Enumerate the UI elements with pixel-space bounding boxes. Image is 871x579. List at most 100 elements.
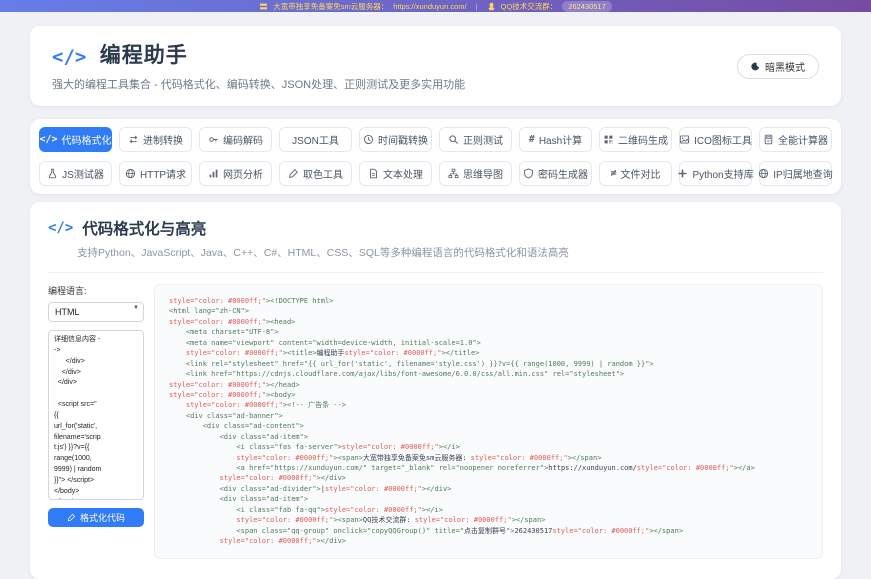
page-subtitle: 强大的编程工具集合 - 代码格式化、编码转换、JSON处理、正则测试及更多实用功… [52, 76, 819, 92]
tool-tabs-card: </>代码格式化 进制转换 编码解码 JSON工具 时间戳转换 正则测试 # Hash计算 二维… [30, 119, 841, 194]
code-line: style="color: #0000ff;"></div> [169, 536, 808, 546]
promo-banner: 大宽带独享免备案免sm云服务器： https://xunduyun.com/ |… [0, 0, 871, 12]
tab-web-analyzer[interactable]: 网页分析 [199, 161, 272, 186]
section-title: 代码格式化与高亮 [82, 217, 206, 239]
tab-label: 时间戳转换 [378, 132, 428, 147]
code-line: <meta charset="UTF-8"> [169, 327, 808, 337]
tab-label: 密码生成器 [538, 166, 588, 181]
tab-calculator[interactable]: 全能计算器 [759, 127, 832, 152]
tab-label: 文件对比 [621, 166, 661, 181]
tab-http-request[interactable]: HTTP请求 [119, 161, 192, 186]
tab-color-picker[interactable]: 取色工具 [279, 161, 352, 186]
tab-mindmap[interactable]: 思维导图 [439, 161, 512, 186]
section-subtitle: 支持Python、JavaScript、Java、C++、C#、HTML、CSS… [77, 245, 823, 260]
code-line: style="color: #0000ff;"></div> [169, 473, 808, 483]
language-select[interactable]: HTML ▼ [48, 302, 144, 322]
tab-password-gen[interactable]: 密码生成器 [519, 161, 592, 186]
tab-encode-decode[interactable]: 编码解码 [199, 127, 272, 152]
image-icon [679, 134, 690, 145]
code-line: <span class="qq-group" onclick="copyQQGr… [169, 526, 808, 536]
globe-icon [758, 168, 769, 179]
tab-label: 取色工具 [303, 166, 343, 181]
code-line: <link rel="stylesheet" href="{{ url_for(… [169, 359, 808, 369]
hash-icon: # [529, 135, 535, 145]
tab-qrcode-gen[interactable]: 二维码生成 [599, 127, 672, 152]
banner-qq-label: QQ技术交流群： [501, 1, 558, 12]
sitemap-icon [448, 168, 459, 179]
tab-regex-test[interactable]: 正则测试 [439, 127, 512, 152]
code-output: style="color: #0000ff;"><!DOCTYPE html><… [154, 284, 823, 559]
language-label: 编程语言: [48, 284, 144, 297]
banner-server-link[interactable]: https://xunduyun.com/ [393, 2, 466, 11]
tab-python-lib[interactable]: Python支持库 [679, 161, 752, 186]
calculator-icon [763, 134, 774, 145]
page-title: 编程助手 [100, 44, 188, 67]
tab-base-convert[interactable]: 进制转换 [119, 127, 192, 152]
tab-label: 文本处理 [383, 166, 423, 181]
tab-label: JSON工具 [292, 132, 339, 147]
analytics-icon [208, 168, 219, 179]
section-title-row: </> 代码格式化与高亮 [48, 217, 823, 239]
tab-file-diff[interactable]: ≠文件对比 [599, 161, 672, 186]
tab-label: 编码解码 [223, 132, 263, 147]
search-icon [448, 134, 459, 145]
page: </> 编程助手 强大的编程工具集合 - 代码格式化、编码转换、JSON处理、正… [0, 12, 871, 579]
format-code-button[interactable]: 格式化代码 [48, 508, 144, 527]
pen-icon [67, 513, 76, 522]
code-line: style="color: #0000ff;"></head> [169, 380, 808, 390]
tab-label: 二维码生成 [618, 132, 668, 147]
tool-sidebar: 编程语言: HTML ▼ 格式化代码 [48, 284, 144, 527]
tab-label: 全能计算器 [778, 132, 828, 147]
tab-label: Hash计算 [539, 132, 582, 147]
code-line: <html lang="zh-CN"> [169, 306, 808, 316]
tab-code-format[interactable]: </>代码格式化 [39, 127, 112, 152]
banner-server-text: 大宽带独享免备案免sm云服务器： [273, 1, 388, 12]
format-code-label: 格式化代码 [80, 511, 125, 524]
tab-json-tools[interactable]: JSON工具 [279, 127, 352, 152]
code-format-card: </> 代码格式化与高亮 支持Python、JavaScript、Java、C+… [30, 202, 841, 579]
plus-icon [677, 168, 688, 179]
exchange-icon [128, 134, 139, 145]
tab-label: 代码格式化 [62, 132, 112, 147]
tool-body: 编程语言: HTML ▼ 格式化代码 style="color: #0000ff… [48, 284, 823, 559]
dark-mode-button[interactable]: 暗黑模式 [737, 54, 819, 79]
qq-group-number-badge[interactable]: 262430517 [562, 1, 612, 12]
clock-icon [363, 134, 374, 145]
tab-row: </>代码格式化 进制转换 编码解码 JSON工具 时间戳转换 正则测试 # Hash计算 二维… [39, 127, 832, 152]
code-line: style="color: #0000ff;"><head> [169, 317, 808, 327]
pen-icon [288, 168, 299, 179]
code-line: <meta name="viewport" content="width=dev… [169, 338, 808, 348]
code-line: <i class="fas fa-server">style="color: #… [169, 442, 808, 452]
tab-timestamp-convert[interactable]: 时间戳转换 [359, 127, 432, 152]
divider [48, 272, 823, 273]
tab-js-tester[interactable]: JS测试器 [39, 161, 112, 186]
dark-mode-label: 暗黑模式 [765, 59, 805, 74]
tab-label: 进制转换 [143, 132, 183, 147]
tab-label: 正则测试 [463, 132, 503, 147]
tab-hash-calc[interactable]: # Hash计算 [519, 127, 592, 152]
globe-icon [125, 168, 136, 179]
server-icon [259, 2, 268, 11]
code-icon: </> [48, 220, 73, 236]
code-line: style="color: #0000ff;"><body> [169, 390, 808, 400]
code-line: style="color: #0000ff;"><!-- 广告条 --> [169, 400, 808, 410]
tab-ico-tools[interactable]: ICO图标工具 [679, 127, 752, 152]
tab-ip-lookup[interactable]: IP归属地查询 [759, 161, 832, 186]
code-line: <div class="ad-content"> [169, 421, 808, 431]
code-line: <link href="https://cdnjs.cloudflare.com… [169, 369, 808, 379]
tab-text-process[interactable]: 文本处理 [359, 161, 432, 186]
code-line: style="color: #0000ff;"><!DOCTYPE html> [169, 296, 808, 306]
shield-icon [523, 168, 534, 179]
code-input[interactable] [48, 330, 144, 500]
code-line: style="color: #0000ff;"><title>编程助手style… [169, 348, 808, 358]
tab-label: HTTP请求 [140, 166, 186, 181]
code-logo-icon: </> [52, 46, 86, 68]
key-icon [208, 134, 219, 145]
code-line: <div class="ad-banner"> [169, 411, 808, 421]
code-line: <div class="ad-item"> [169, 432, 808, 442]
code-line: <a href="https://xunduyun.com/" target="… [169, 463, 808, 473]
tab-label: IP归属地查询 [773, 166, 832, 181]
flask-icon [47, 168, 58, 179]
file-icon [368, 168, 379, 179]
language-select-value: HTML [55, 307, 80, 317]
